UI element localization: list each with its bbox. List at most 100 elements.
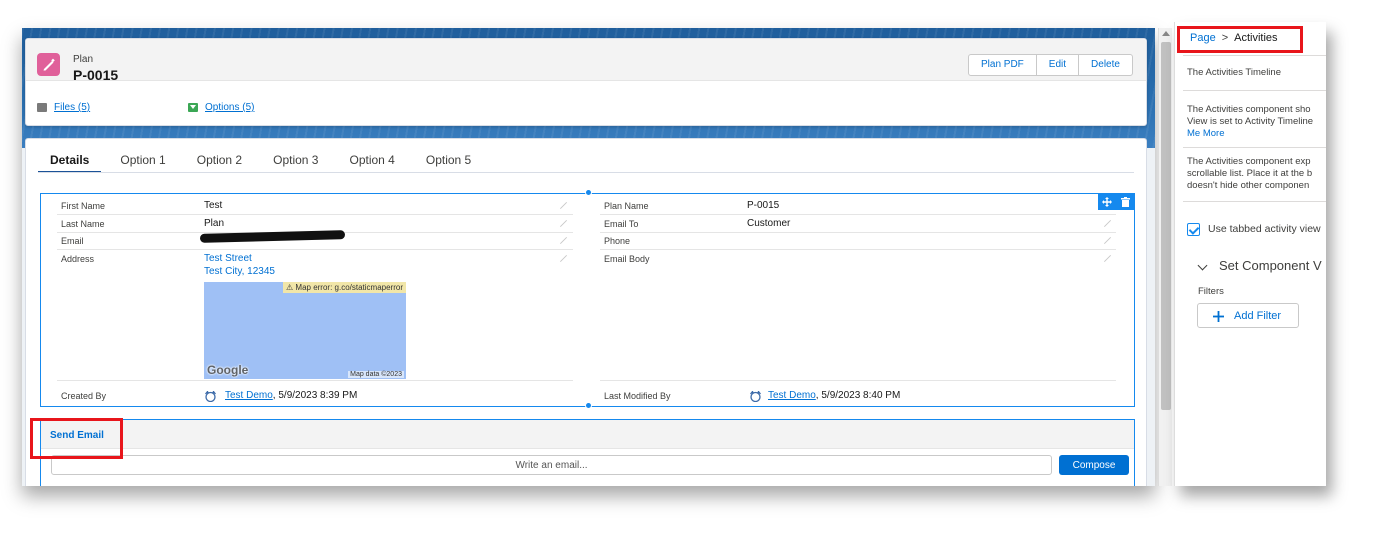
- record-header-top: Plan P-0015 Plan PDF Edit Delete: [26, 39, 1146, 83]
- edit-first-name-icon[interactable]: [559, 201, 568, 210]
- first-name-label: First Name: [61, 201, 106, 211]
- edit-last-name-icon[interactable]: [559, 219, 568, 228]
- resize-handle-top[interactable]: [585, 189, 592, 196]
- tab-option-3[interactable]: Option 3: [261, 153, 330, 173]
- set-component-section-title[interactable]: Set Component V: [1219, 258, 1322, 273]
- edit-email-icon[interactable]: [559, 236, 568, 245]
- user-avatar-icon: [750, 391, 761, 402]
- plan-name-label: Plan Name: [604, 201, 649, 211]
- edit-phone-icon[interactable]: [1103, 236, 1112, 245]
- resize-handle-bottom[interactable]: [585, 402, 592, 409]
- last-modified-by-label: Last Modified By: [604, 391, 671, 401]
- compose-button[interactable]: Compose: [1059, 455, 1129, 475]
- options-icon: [188, 103, 198, 112]
- user-avatar-icon: [205, 391, 216, 402]
- header-action-group: Plan PDF Edit Delete: [968, 54, 1133, 76]
- move-icon[interactable]: [1102, 197, 1113, 207]
- tab-option-1[interactable]: Option 1: [108, 153, 177, 173]
- highlight-breadcrumb-box: [1177, 26, 1303, 53]
- record-header: Plan P-0015 Plan PDF Edit Delete Files (…: [25, 38, 1147, 126]
- record-details-card: Details Option 1 Option 2 Option 3 Optio…: [25, 138, 1147, 486]
- created-by-value: Test Demo, 5/9/2023 8:39 PM: [225, 390, 357, 401]
- edit-address-icon[interactable]: [559, 254, 568, 263]
- tabbed-activity-label: Use tabbed activity view: [1208, 223, 1321, 235]
- last-modified-date: , 5/9/2023 8:40 PM: [815, 390, 901, 401]
- panel-description-1b: View is set to Activity Timeline: [1187, 116, 1314, 127]
- record-object-type: Plan: [73, 54, 94, 65]
- edit-email-body-icon[interactable]: [1103, 254, 1112, 263]
- address-label: Address: [61, 254, 95, 264]
- row-divider: [600, 232, 1116, 233]
- send-email-component: Send Email Compose: [40, 419, 1135, 486]
- map-error-notice: ⚠ Map error: g.co/staticmaperror: [283, 282, 406, 293]
- tab-option-4[interactable]: Option 4: [337, 153, 406, 173]
- panel-divider: [1183, 147, 1326, 148]
- email-to-label: Email To: [604, 219, 639, 229]
- panel-subtitle: The Activities Timeline: [1187, 67, 1281, 78]
- tabs-divider: [38, 172, 1134, 173]
- google-logo: Google: [207, 363, 249, 377]
- panel-description-2b: scrollable list. Place it at the b: [1187, 168, 1313, 179]
- last-name-value: Plan: [204, 218, 225, 229]
- plan-name-value: P-0015: [747, 200, 780, 211]
- row-divider: [57, 249, 573, 250]
- created-by-user-link[interactable]: Test Demo: [225, 390, 273, 401]
- row-divider: [57, 214, 573, 215]
- row-divider: [57, 380, 573, 381]
- phone-label: Phone: [604, 236, 631, 246]
- record-name: P-0015: [73, 67, 119, 83]
- record-detail-fields[interactable]: First Name Test Last Name Plan Email Add…: [40, 189, 1135, 409]
- chevron-down-icon[interactable]: [1197, 260, 1208, 271]
- first-name-value: Test: [204, 200, 223, 211]
- address-city-link[interactable]: Test City, 12345: [204, 266, 275, 277]
- map-attribution: Map data ©2023: [348, 371, 404, 378]
- screenshot: Plan P-0015 Plan PDF Edit Delete Files (…: [0, 0, 1379, 539]
- address-map[interactable]: ⚠ Map error: g.co/staticmaperror Google …: [204, 282, 406, 379]
- last-name-label: Last Name: [61, 219, 105, 229]
- tab-option-5[interactable]: Option 5: [414, 153, 483, 173]
- highlight-send-email-box: [30, 418, 123, 459]
- record-page-canvas: Plan P-0015 Plan PDF Edit Delete Files (…: [22, 28, 1155, 486]
- file-icon: [37, 103, 47, 112]
- tabbed-activity-checkbox[interactable]: [1187, 223, 1200, 236]
- record-tabs: Details Option 1 Option 2 Option 3 Optio…: [38, 153, 490, 173]
- pencil-icon: [43, 58, 55, 71]
- row-divider: [600, 380, 1116, 381]
- send-email-header: Send Email: [41, 420, 1134, 449]
- panel-description-2a: The Activities component exp: [1187, 156, 1311, 167]
- plus-icon: [1213, 311, 1224, 322]
- tell-me-more-link[interactable]: Me More: [1187, 128, 1224, 140]
- tab-details[interactable]: Details: [38, 153, 102, 173]
- email-to-value: Customer: [747, 218, 791, 229]
- scrollbar-thumb[interactable]: [1161, 42, 1171, 410]
- plan-pdf-button[interactable]: Plan PDF: [969, 55, 1037, 75]
- tab-option-2[interactable]: Option 2: [185, 153, 254, 173]
- delete-button[interactable]: Delete: [1079, 55, 1132, 75]
- row-divider: [600, 249, 1116, 250]
- trash-icon[interactable]: [1120, 197, 1130, 207]
- vertical-scrollbar[interactable]: [1158, 28, 1172, 486]
- component-tools: [1098, 194, 1134, 210]
- options-link[interactable]: Options (5): [188, 102, 254, 113]
- address-street-link[interactable]: Test Street: [204, 253, 252, 264]
- properties-panel: Page > Activities The Activities Timeline …: [1174, 22, 1326, 486]
- panel-divider: [1183, 55, 1326, 56]
- email-label: Email: [61, 236, 84, 246]
- write-email-input[interactable]: [51, 455, 1052, 475]
- panel-description-1a: The Activities component sho: [1187, 104, 1311, 115]
- panel-divider: [1183, 90, 1326, 91]
- plan-record-icon: [37, 53, 60, 76]
- panel-description-2c: doesn't hide other componen: [1187, 180, 1310, 191]
- last-modified-by-value: Test Demo, 5/9/2023 8:40 PM: [768, 390, 900, 401]
- panel-divider: [1183, 201, 1326, 202]
- row-divider: [600, 214, 1116, 215]
- created-by-label: Created By: [61, 391, 107, 401]
- scroll-up-arrow-icon[interactable]: [1162, 31, 1170, 36]
- files-link[interactable]: Files (5): [37, 102, 90, 113]
- edit-email-to-icon[interactable]: [1103, 219, 1112, 228]
- filters-label: Filters: [1198, 286, 1224, 297]
- last-modified-user-link[interactable]: Test Demo: [768, 390, 816, 401]
- edit-button[interactable]: Edit: [1037, 55, 1080, 75]
- email-body-label: Email Body: [604, 254, 650, 264]
- created-date: , 5/9/2023 8:39 PM: [272, 390, 358, 401]
